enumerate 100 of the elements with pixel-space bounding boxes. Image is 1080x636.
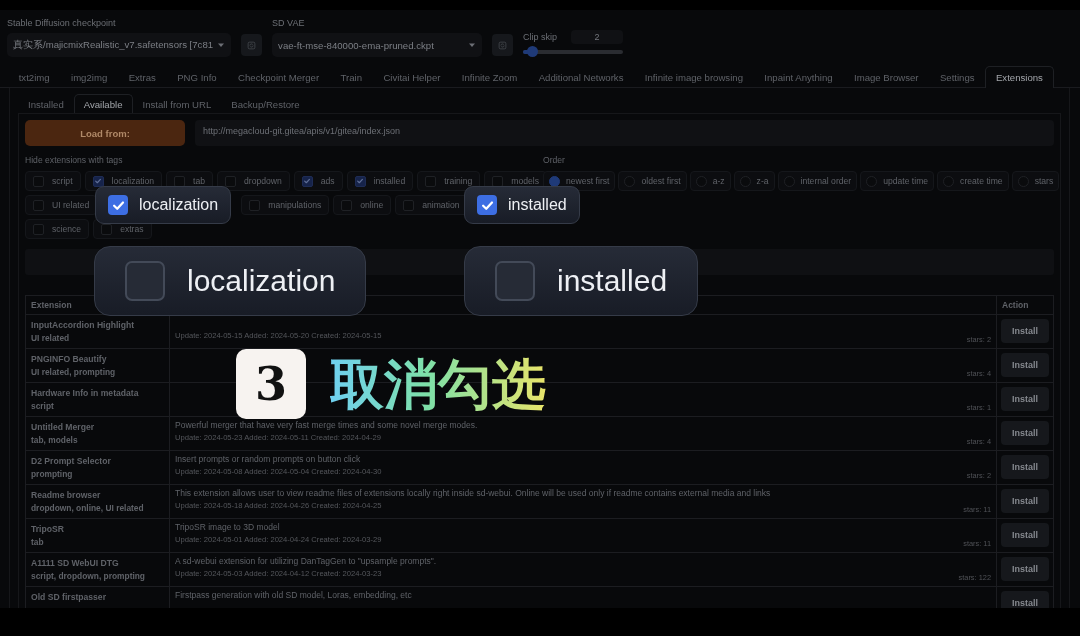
order-option[interactable]: update time (860, 171, 935, 191)
extension-tags: prompting (31, 469, 164, 479)
extension-description: This extension allows user to view readme files of extensions locally right inside sd-webui. Online will be used only if readme contains external media and links (175, 488, 772, 498)
checkbox[interactable] (225, 175, 236, 187)
order-option[interactable]: a-z (689, 171, 731, 191)
checkbox[interactable] (249, 199, 261, 211)
callout-label: localization (139, 196, 219, 214)
tag-checkbox[interactable]: installed (346, 171, 414, 191)
load-button[interactable]: Load from: (25, 120, 185, 146)
tab[interactable]: Settings (929, 66, 986, 87)
tag-checkbox[interactable]: script (25, 171, 81, 191)
install-button[interactable]: Install (1001, 353, 1049, 377)
field-label: Order (543, 155, 566, 165)
field-label: Hide extensions with tags (25, 155, 124, 165)
callout-label: installed (557, 264, 668, 298)
slider-thumb[interactable] (527, 46, 539, 57)
field-label: Clip skip (523, 32, 558, 42)
checkbox[interactable] (341, 199, 353, 211)
extension-name: Hardware Info in metadata (31, 388, 140, 398)
column-header: Action (996, 295, 1054, 315)
tab[interactable]: Additional Networks (528, 66, 635, 87)
extension-tags: script, dropdown, prompting (31, 571, 164, 581)
checkmark-icon (94, 177, 103, 185)
order-option[interactable]: newest first (543, 171, 616, 191)
checkbox[interactable] (301, 175, 313, 187)
extension-name: A1111 SD WebUI DTG (31, 558, 120, 568)
extension-name: Old SD firstpasser (31, 592, 107, 602)
order-option[interactable]: create time (937, 171, 1009, 191)
tag-checkbox[interactable]: online (333, 195, 392, 215)
tab[interactable]: Train (329, 66, 373, 87)
field-label: SD VAE (272, 18, 306, 28)
install-button[interactable]: Install (1001, 387, 1049, 411)
tab[interactable]: Installed (18, 94, 74, 113)
tag-checkbox[interactable]: UI related (25, 195, 98, 215)
tab[interactable]: Extras (117, 66, 167, 87)
checkmark-icon (356, 177, 365, 185)
checkbox[interactable] (33, 223, 44, 235)
checkbox[interactable] (108, 195, 128, 215)
extension-description: TripoSR image to 3D model (175, 522, 281, 532)
order-option[interactable]: oldest first (618, 171, 687, 191)
tag-checkbox[interactable]: training (417, 171, 481, 191)
tab[interactable]: txt2img (8, 66, 61, 87)
dropdown[interactable]: vae-ft-mse-840000-ema-pruned.ckpt (272, 33, 483, 57)
tab[interactable]: Infinite Zoom (451, 66, 528, 87)
tab[interactable]: Install from URL (132, 94, 222, 113)
checkbox[interactable] (33, 175, 44, 187)
field-label: Stable Diffusion checkpoint (7, 18, 117, 28)
number-field[interactable]: 2 (571, 30, 624, 44)
dropdown[interactable]: 真实系/majicmixRealistic_v7.safetensors [7c81 (7, 33, 232, 57)
checkbox[interactable] (425, 175, 437, 187)
checkbox[interactable] (354, 175, 366, 187)
tab[interactable]: Image Browser (843, 66, 930, 87)
tab[interactable]: Civitai Helper (372, 66, 452, 87)
tab[interactable]: Infinite image browsing (634, 66, 754, 87)
checkbox[interactable] (477, 195, 497, 215)
checkbox[interactable] (101, 223, 113, 235)
order-option[interactable]: internal order (777, 171, 858, 191)
extension-tags: dropdown, online, UI related (31, 503, 164, 513)
tag-checkbox[interactable]: science (25, 219, 90, 239)
install-button[interactable]: Install (1001, 455, 1049, 479)
extension-name: D2 Prompt Selector (31, 456, 112, 466)
install-button[interactable]: Install (1001, 523, 1049, 547)
tab[interactable]: img2img (60, 66, 118, 87)
extension-name: Readme browser (31, 490, 102, 500)
extension-tags: script (31, 401, 164, 411)
refresh-button[interactable] (492, 34, 514, 56)
checkbox[interactable] (125, 261, 165, 301)
extension-tags: UI related, prompting (31, 367, 164, 377)
url-field[interactable]: http://megacloud-git.gitea/apis/v1/gitea/index.json (195, 120, 1054, 146)
tab[interactable]: Backup/Restore (221, 94, 310, 113)
checkbox[interactable] (403, 199, 415, 211)
tab[interactable]: Inpaint Anything (753, 66, 844, 87)
extension-tags: tab (31, 537, 164, 547)
extension-tags: UI related (31, 333, 164, 343)
refresh-button[interactable] (241, 34, 263, 56)
order-option[interactable]: stars (1011, 171, 1060, 191)
install-button[interactable]: Install (1001, 489, 1049, 513)
checkbox[interactable] (92, 175, 104, 187)
refresh-icon (247, 39, 257, 51)
extension-description: Firstpass generation with old SD model, Loras, embedding, etc (175, 590, 413, 600)
tag-checkbox[interactable]: dropdown (217, 171, 290, 191)
callout-label: localization (187, 264, 336, 298)
tab[interactable]: Checkpoint Merger (227, 66, 330, 87)
install-button[interactable]: Install (1001, 319, 1049, 343)
extension-name: PNGINFO Beautify (31, 354, 108, 364)
refresh-icon (498, 39, 508, 51)
tab[interactable]: Extensions (985, 66, 1054, 88)
extension-description: A sd-webui extension for utilizing DanTagGen to "upsample prompts". (175, 556, 438, 566)
order-option[interactable]: z-a (733, 171, 775, 191)
install-button[interactable]: Install (1001, 557, 1049, 581)
install-button[interactable]: Install (1001, 421, 1049, 445)
tab[interactable]: PNG Info (166, 66, 228, 87)
tag-checkbox[interactable]: manipulations (241, 195, 330, 215)
extension-name: Untitled Merger (31, 422, 96, 432)
tag-checkbox[interactable]: ads (293, 171, 343, 191)
tab[interactable]: Available (73, 94, 133, 113)
step-number-tooltip: 3 (236, 349, 306, 419)
checkbox[interactable] (33, 199, 44, 211)
install-button[interactable]: Install (1001, 591, 1049, 608)
checkbox[interactable] (495, 261, 535, 301)
